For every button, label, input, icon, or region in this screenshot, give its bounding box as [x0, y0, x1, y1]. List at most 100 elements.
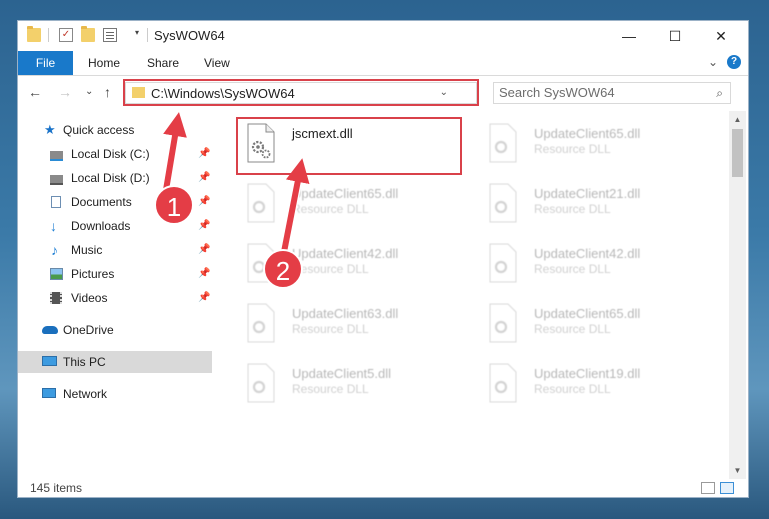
title-bar: ✓ ▾ SysWOW64 — ☐ ✕ — [18, 21, 748, 51]
file-type: Resource DLL — [292, 202, 369, 216]
file-item[interactable]: UpdateClient65.dll Resource DLL — [478, 299, 708, 351]
new-folder-icon[interactable] — [81, 26, 95, 42]
close-button[interactable]: ✕ — [698, 21, 744, 51]
file-type: Resource DLL — [292, 322, 369, 336]
sidebar-item-label: Music — [71, 243, 103, 257]
maximize-button[interactable]: ☐ — [652, 21, 698, 51]
item-count: 145 items — [30, 481, 83, 495]
sidebar-item-label: Local Disk (C:) — [71, 147, 150, 161]
forward-button[interactable]: → — [58, 84, 72, 100]
sidebar-item-label: Local Disk (D:) — [71, 171, 150, 185]
file-explorer-window: ✓ ▾ SysWOW64 — ☐ ✕ File Home Share View … — [17, 20, 749, 498]
file-type: Resource DLL — [534, 382, 611, 396]
pin-icon[interactable]: 📌 — [198, 191, 210, 213]
search-icon[interactable]: ⌕ — [716, 86, 723, 101]
tab-home[interactable]: Home — [88, 51, 120, 75]
divider — [48, 28, 49, 42]
sidebar-item-label: Documents — [71, 195, 132, 209]
step-1-badge: 1 — [154, 185, 194, 225]
sidebar-item-onedrive[interactable]: OneDrive — [18, 319, 212, 341]
ribbon-tabs: File Home Share View ⌄ ? — [18, 51, 748, 76]
sidebar-item-this-pc[interactable]: This PC — [18, 351, 212, 373]
file-name: UpdateClient42.dll — [292, 246, 399, 261]
sidebar-item-label: Pictures — [71, 267, 115, 281]
file-item[interactable]: UpdateClient63.dll Resource DLL — [236, 299, 466, 351]
search-input[interactable] — [499, 85, 699, 100]
sidebar-item-label: OneDrive — [63, 323, 114, 337]
download-icon: ↓ — [50, 218, 57, 234]
star-icon: ★ — [44, 122, 56, 137]
scrollbar-thumb[interactable] — [732, 129, 743, 177]
pin-icon[interactable]: 📌 — [198, 263, 210, 285]
recent-locations-dropdown-icon[interactable]: ⌄ — [85, 86, 93, 97]
sidebar-item-videos[interactable]: Videos 📌 — [18, 287, 212, 309]
expand-ribbon-icon[interactable]: ⌄ — [708, 55, 718, 69]
sidebar-item-label: Quick access — [63, 123, 135, 137]
cloud-icon — [42, 326, 58, 334]
details-view-icon[interactable] — [701, 482, 715, 494]
pin-icon[interactable]: 📌 — [198, 215, 210, 237]
file-item[interactable]: UpdateClient21.dll Resource DLL — [478, 179, 708, 231]
tab-file[interactable]: File — [18, 51, 73, 75]
file-name: UpdateClient5.dll — [292, 366, 392, 381]
scroll-down-arrow-icon[interactable]: ▼ — [729, 462, 746, 479]
status-bar: 145 items — [18, 479, 748, 497]
file-name: UpdateClient63.dll — [292, 306, 399, 321]
file-type: Resource DLL — [292, 262, 369, 276]
tab-view[interactable]: View — [204, 51, 230, 75]
folder-icon — [27, 26, 41, 42]
tab-share[interactable]: Share — [147, 51, 179, 75]
dll-file-icon — [247, 363, 275, 403]
music-icon: ♪ — [51, 242, 58, 258]
dll-file-icon — [489, 363, 517, 403]
pin-icon[interactable]: 📌 — [198, 287, 210, 309]
back-button[interactable]: ← — [28, 84, 42, 100]
pin-icon[interactable]: 📌 — [198, 143, 210, 165]
sidebar-item-network[interactable]: Network — [18, 383, 212, 405]
pin-icon[interactable]: 📌 — [198, 167, 210, 189]
large-icons-view-icon[interactable] — [720, 482, 734, 494]
up-button[interactable]: ↑ — [104, 84, 111, 100]
computer-icon — [42, 356, 57, 366]
step-2-badge: 2 — [263, 249, 303, 289]
file-type: Resource DLL — [534, 142, 611, 156]
file-item[interactable]: UpdateClient5.dll Resource DLL — [236, 359, 466, 411]
file-type: Resource DLL — [292, 382, 369, 396]
file-item[interactable]: UpdateClient42.dll Resource DLL — [478, 239, 708, 291]
dll-file-icon — [247, 303, 275, 343]
sidebar-item-label: Network — [63, 387, 108, 401]
sidebar-item-local-disk-c[interactable]: Local Disk (C:) 📌 — [18, 143, 212, 165]
search-box[interactable]: ⌕ — [493, 82, 731, 104]
dll-file-icon — [489, 303, 517, 343]
file-name: UpdateClient21.dll — [534, 186, 641, 201]
dll-file-icon — [489, 183, 517, 223]
file-type: Resource DLL — [534, 322, 611, 336]
divider — [147, 28, 148, 42]
drive-icon — [50, 175, 63, 185]
navigation-pane: ★ Quick access Local Disk (C:) 📌 Local D… — [18, 111, 212, 479]
scroll-up-arrow-icon[interactable]: ▲ — [729, 111, 746, 128]
sidebar-item-quick-access[interactable]: ★ Quick access — [18, 119, 212, 141]
file-item[interactable]: UpdateClient19.dll Resource DLL — [478, 359, 708, 411]
sidebar-item-local-disk-d[interactable]: Local Disk (D:) 📌 — [18, 167, 212, 189]
help-icon[interactable]: ? — [727, 55, 741, 69]
properties-icon[interactable] — [103, 28, 117, 42]
sidebar-item-pictures[interactable]: Pictures 📌 — [18, 263, 212, 285]
file-item[interactable]: UpdateClient65.dll Resource DLL — [236, 179, 466, 231]
file-type: Resource DLL — [534, 202, 611, 216]
properties-checkmark-icon[interactable]: ✓ — [59, 28, 73, 42]
window-title: SysWOW64 — [154, 28, 225, 43]
navigation-bar: ← → ⌄ ↑ C:\Windows\SysWOW64 ⌄ ↻ ⌕ — [18, 76, 748, 110]
file-item[interactable]: UpdateClient65.dll Resource DLL — [478, 119, 708, 171]
customize-quick-access-dropdown-icon[interactable]: ▾ — [135, 28, 139, 37]
file-name: UpdateClient19.dll — [534, 366, 641, 381]
pin-icon[interactable]: 📌 — [198, 239, 210, 261]
dll-file-icon — [489, 243, 517, 283]
drive-icon — [50, 151, 63, 161]
file-highlight-box — [236, 117, 462, 175]
documents-icon — [51, 196, 61, 208]
sidebar-item-music[interactable]: ♪ Music 📌 — [18, 239, 212, 261]
minimize-button[interactable]: — — [606, 21, 652, 51]
vertical-scrollbar[interactable]: ▲ ▼ — [729, 111, 746, 479]
network-icon — [42, 388, 56, 398]
